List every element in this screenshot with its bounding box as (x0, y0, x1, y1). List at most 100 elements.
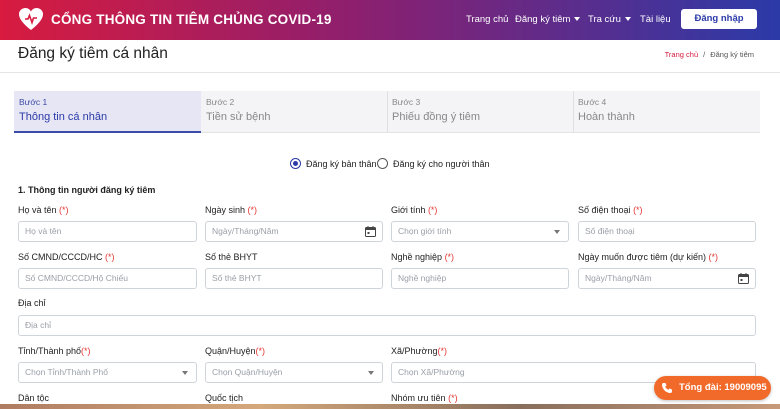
ward-label: Xã/Phường(*) (391, 346, 447, 356)
ethnicity-label: Dân tộc (18, 393, 50, 403)
header-divider (0, 72, 780, 73)
bottom-decoration (0, 404, 780, 409)
priority-group-label: Nhóm ưu tiên (*) (391, 393, 458, 403)
required-mark: (*) (444, 252, 455, 262)
label-text: Số điện thoại (578, 205, 631, 215)
step-medical-history[interactable]: Bước 2 Tiền sử bệnh (201, 91, 388, 133)
breadcrumb-home-link[interactable]: Trang chủ (665, 50, 699, 59)
chevron-down-icon (624, 17, 631, 22)
step-name: Phiếu đồng ý tiêm (392, 111, 481, 123)
province-label: Tỉnh/Thành phố(*) (18, 346, 91, 356)
hotline-label: Tổng đài: 19009095 (679, 382, 767, 393)
calendar-icon[interactable] (365, 226, 376, 237)
required-mark: (*) (448, 393, 458, 403)
full-name-input[interactable]: Họ và tên (18, 221, 197, 242)
nav-register-label: Đăng ký tiêm (515, 14, 571, 25)
chevron-down-icon (368, 371, 374, 375)
radio-register-relative[interactable]: Đăng ký cho người thân (377, 158, 489, 169)
ward-placeholder: Chọn Xã/Phường (398, 367, 465, 377)
full-name-label: Họ và tên (*) (18, 205, 69, 215)
nav-docs[interactable]: Tài liệu (640, 14, 671, 25)
radio-unselected-icon[interactable] (377, 158, 388, 169)
step-name: Hoàn thành (578, 111, 635, 123)
insurance-input[interactable]: Số thẻ BHYT (205, 268, 383, 289)
address-label: Địa chỉ (18, 298, 46, 308)
required-mark: (*) (437, 346, 447, 356)
label-text: Ngày sinh (205, 205, 246, 215)
occupation-label: Nghề nghiệp (*) (391, 252, 454, 262)
label-text: Tỉnh/Thành phố (18, 346, 82, 356)
site-brand[interactable]: CỔNG THÔNG TIN TIÊM CHỦNG COVID-19 (51, 12, 332, 27)
nav-register[interactable]: Đăng ký tiêm (515, 14, 581, 25)
chevron-down-icon (182, 371, 188, 375)
hotline-button[interactable]: Tổng đài: 19009095 (654, 376, 771, 400)
required-mark: (*) (247, 205, 258, 215)
login-button[interactable]: Đăng nhập (681, 9, 757, 29)
province-select[interactable]: Chọn Tỉnh/Thành Phố (18, 362, 197, 383)
page-title: Đăng ký tiêm cá nhân (18, 45, 168, 62)
chevron-down-icon (554, 230, 560, 234)
insurance-label: Số thẻ BHYT (205, 252, 258, 262)
step-number: Bước 1 (19, 97, 48, 107)
step-complete[interactable]: Bước 4 Hoàn thành (573, 91, 760, 133)
province-placeholder: Chọn Tỉnh/Thành Phố (25, 367, 109, 377)
nav-lookup[interactable]: Tra cứu (588, 14, 631, 25)
phone-input[interactable]: Số điện thoại (578, 221, 756, 242)
phone-icon (662, 383, 672, 393)
step-number: Bước 4 (578, 97, 607, 107)
gender-label: Giới tính (*) (391, 205, 437, 215)
label-text: Xã/Phường (391, 346, 438, 356)
nav-home[interactable]: Trang chủ (466, 14, 508, 25)
required-mark: (*) (105, 252, 115, 262)
desired-date-placeholder: Ngày/Tháng/Năm (585, 273, 652, 283)
chevron-down-icon (574, 17, 581, 22)
nationality-label: Quốc tịch (205, 393, 244, 403)
radio-self-label: Đăng ký bản thân (306, 158, 377, 169)
required-mark: (*) (708, 252, 719, 262)
required-mark: (*) (633, 205, 643, 215)
label-text: Họ và tên (18, 205, 57, 215)
label-text: Nhóm ưu tiên (391, 393, 446, 403)
heart-logo-icon[interactable] (18, 7, 44, 33)
step-number: Bước 3 (392, 97, 421, 107)
step-number: Bước 2 (206, 97, 235, 107)
label-text: Nghề nghiệp (391, 252, 443, 262)
top-header: CỔNG THÔNG TIN TIÊM CHỦNG COVID-19 Trang… (0, 0, 780, 40)
address-input[interactable]: Địa chỉ (18, 315, 756, 336)
step-name: Tiền sử bệnh (206, 111, 271, 123)
desired-date-input[interactable]: Ngày/Tháng/Năm (578, 268, 756, 289)
gender-placeholder: Chọn giới tính (398, 226, 452, 236)
step-personal-info[interactable]: Bước 1 Thông tin cá nhân (14, 91, 201, 133)
phone-label: Số điện thoại (*) (578, 205, 643, 215)
step-consent-form[interactable]: Bước 3 Phiếu đồng ý tiêm (387, 91, 574, 133)
required-mark: (*) (255, 346, 266, 356)
dob-label: Ngày sinh (*) (205, 205, 257, 215)
breadcrumb: Trang chủ / Đăng ký tiêm (665, 50, 754, 59)
registration-stepper: Bước 1 Thông tin cá nhân Bước 2 Tiền sử … (14, 91, 760, 133)
required-mark: (*) (59, 205, 69, 215)
label-text: Giới tính (391, 205, 426, 215)
desired-date-label: Ngày muốn được tiêm (dự kiến) (*) (578, 252, 718, 262)
dob-placeholder: Ngày/Tháng/Năm (212, 226, 279, 236)
radio-register-self[interactable]: Đăng ký bản thân (290, 158, 377, 169)
district-select[interactable]: Chọn Quận/Huyện (205, 362, 383, 383)
section-title: 1. Thông tin người đăng ký tiêm (18, 185, 156, 195)
breadcrumb-current: Đăng ký tiêm (710, 50, 754, 59)
dob-input[interactable]: Ngày/Tháng/Năm (205, 221, 383, 242)
calendar-icon[interactable] (738, 273, 749, 284)
label-text: Ngày muốn được tiêm (dự kiến) (578, 252, 706, 262)
nav-lookup-label: Tra cứu (588, 14, 621, 25)
step-name: Thông tin cá nhân (19, 111, 108, 123)
district-label: Quận/Huyện(*) (205, 346, 265, 356)
label-text: Quận/Huyện (205, 346, 256, 356)
radio-relative-label: Đăng ký cho người thân (393, 158, 490, 169)
required-mark: (*) (81, 346, 91, 356)
id-number-label: Số CMND/CCCD/HC (*) (18, 252, 115, 262)
radio-selected-icon[interactable] (290, 158, 301, 169)
id-number-input[interactable]: Số CMND/CCCD/Hộ Chiếu (18, 268, 197, 289)
label-text: Số CMND/CCCD/HC (18, 252, 103, 262)
occupation-input[interactable]: Nghề nghiệp (391, 268, 569, 289)
gender-select[interactable]: Chọn giới tính (391, 221, 569, 242)
required-mark: (*) (427, 205, 438, 215)
district-placeholder: Chọn Quận/Huyện (212, 367, 283, 377)
